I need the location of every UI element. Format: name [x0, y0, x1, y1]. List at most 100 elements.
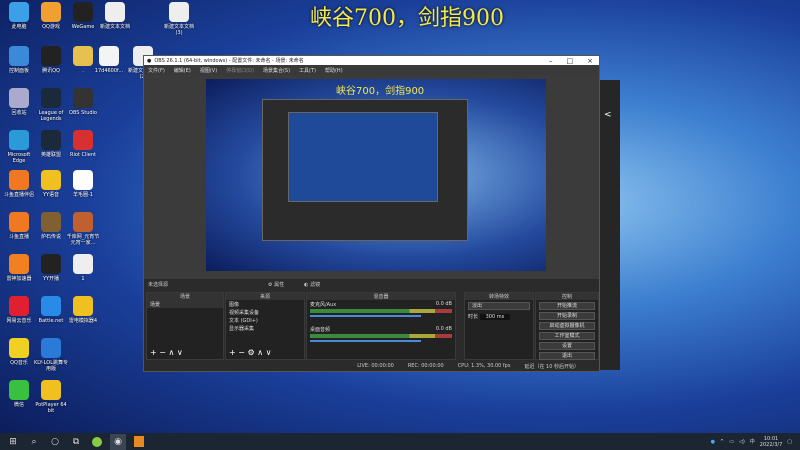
taskbar-obs-icon[interactable]: ◉: [110, 433, 126, 450]
desktop-icon[interactable]: 羊毛圈-1: [66, 170, 100, 198]
menu-view[interactable]: 视图(V): [200, 67, 217, 74]
app-icon: [73, 88, 93, 108]
date: 2022/3/7: [759, 441, 783, 448]
desktop-icon[interactable]: 斗鱼直播: [2, 212, 36, 240]
desktop-icon-label: YY语音: [42, 192, 60, 198]
source-controls[interactable]: + − ⚙ ∧ ∨: [229, 348, 271, 357]
desktop-icon[interactable]: 1: [66, 254, 100, 282]
desktop-icon[interactable]: QQ音乐: [2, 338, 36, 366]
title-bar: ● OBS 26.1.1 (64-bit, windows) - 配置文件: 未命…: [144, 56, 599, 65]
start-recording-button[interactable]: 开始录制: [539, 312, 595, 320]
volume-slider[interactable]: [310, 315, 421, 317]
desktop-icon[interactable]: 腾讯QQ: [34, 46, 68, 74]
virtual-camera-button[interactable]: 启动虚拟摄像机: [539, 322, 595, 330]
desktop-icon[interactable]: 回收站: [2, 88, 36, 116]
share-icon[interactable]: <: [604, 110, 620, 120]
desktop-icon-label: QQ音乐: [10, 360, 28, 366]
desktop-icon[interactable]: WeGame: [66, 2, 100, 30]
desktop-icon[interactable]: 英雄联盟: [34, 130, 68, 158]
app-icon: [99, 46, 119, 66]
notification-icon[interactable]: ▢: [787, 439, 792, 445]
menu-docks[interactable]: 停靠窗口(D): [226, 67, 254, 74]
menu-tools[interactable]: 工具(T): [299, 67, 316, 74]
desktop-icon[interactable]: League of Legends: [34, 88, 68, 122]
desktop-icon[interactable]: QQ游戏: [34, 2, 68, 30]
source-item[interactable]: 视频采集设备: [226, 308, 304, 316]
menu-help[interactable]: 帮助(H): [325, 67, 343, 74]
search-icon[interactable]: ⌕: [26, 434, 42, 450]
taskbar-app-icon[interactable]: [89, 434, 105, 450]
filters-button[interactable]: ◐ 滤镜: [304, 281, 320, 288]
volume-slider[interactable]: [310, 340, 421, 342]
desktop-icon-label: WeGame: [71, 24, 95, 30]
minimize-button[interactable]: –: [549, 57, 553, 65]
obs-logo-icon: ●: [147, 57, 152, 64]
desktop-icon[interactable]: 千库网_元宵节元宵一家...: [66, 212, 100, 246]
desktop-icon[interactable]: 雷电模拟器4: [66, 296, 100, 324]
desktop-icon-label: 17d4600f...: [94, 68, 124, 74]
desktop-icon[interactable]: 新建文本文档 (3): [162, 2, 196, 36]
transitions-dock: 转场特效 淡出 时长 300 ms: [464, 292, 534, 360]
desktop-icon[interactable]: KLY-LOL跳舞专用版: [34, 338, 68, 372]
desktop-icon[interactable]: 17d4600f...: [92, 46, 126, 74]
duration-input[interactable]: 300 ms: [479, 314, 511, 320]
help-icon[interactable]: ●: [711, 439, 715, 445]
desktop-icon[interactable]: OBS Studio: [66, 88, 100, 116]
exit-button[interactable]: 退出: [539, 352, 595, 360]
app-icon: [169, 2, 189, 22]
desktop-icon-label: 微信: [13, 402, 24, 408]
rec-status: REC: 00:00:00: [407, 363, 444, 369]
app-icon: [73, 46, 93, 66]
preview-text: 峡谷700，剑指900: [336, 86, 425, 97]
scene-controls[interactable]: + − ∧ ∨: [150, 348, 183, 357]
desktop-icon-label: 羊毛圈-1: [73, 192, 93, 198]
desktop-icon[interactable]: 斗鱼直播伴侣: [2, 170, 36, 198]
close-button[interactable]: ×: [587, 57, 593, 65]
desktop-icon[interactable]: YY语音: [34, 170, 68, 198]
network-icon[interactable]: ▭: [729, 439, 734, 445]
cortana-icon[interactable]: ○: [47, 434, 63, 450]
desktop-icon[interactable]: Battle.net: [34, 296, 68, 324]
app-icon: [73, 296, 93, 316]
desktop-icon[interactable]: 微信: [2, 380, 36, 408]
desktop-icon[interactable]: YY开播: [34, 254, 68, 282]
source-item[interactable]: 文本 (GDI+): [226, 316, 304, 324]
ime-icon[interactable]: 中: [750, 438, 755, 445]
volume-icon[interactable]: ◁): [739, 439, 745, 445]
source-item[interactable]: 图像: [226, 300, 304, 308]
tray-expand-icon[interactable]: ^: [720, 439, 724, 445]
transition-select[interactable]: 淡出: [468, 302, 530, 310]
app-icon: [41, 2, 61, 22]
menu-edit[interactable]: 编辑(E): [174, 67, 191, 74]
task-view-icon[interactable]: ⧉: [68, 434, 84, 450]
settings-button[interactable]: 设置: [539, 342, 595, 350]
taskbar-app-icon[interactable]: [131, 434, 147, 450]
properties-button[interactable]: ⚙ 属性: [268, 281, 284, 288]
desktop-icon[interactable]: 雷神加速器: [2, 254, 36, 282]
start-icon[interactable]: ⊞: [5, 434, 21, 450]
menu-scene-collection[interactable]: 场景集合(S): [263, 67, 290, 74]
scenes-dock: 场景 场景 + − ∧ ∨: [146, 292, 224, 360]
desktop-icon[interactable]: Microsoft Edge: [2, 130, 36, 164]
desktop-icon[interactable]: 新建文本文档: [98, 2, 132, 30]
start-streaming-button[interactable]: 开始推流: [539, 302, 595, 310]
desktop-icon-label: PotPlayer 64 bit: [35, 402, 67, 414]
desktop-icon[interactable]: 控制面板: [2, 46, 36, 74]
desktop-icon[interactable]: 网易云音乐: [2, 296, 36, 324]
desktop-icon[interactable]: Riot Client: [66, 130, 100, 158]
audio-mixer: 混音器 麦克风/Aux 0.0 dB 桌面音频 0.0 dB: [306, 292, 456, 360]
maximize-button[interactable]: □: [567, 57, 574, 65]
studio-mode-button[interactable]: 工作室模式: [539, 332, 595, 340]
sources-dock: 来源 图像 视频采集设备 文本 (GDI+) 显示器采集 + − ⚙ ∧ ∨: [225, 292, 305, 360]
desktop-icon[interactable]: 炉石传说: [34, 212, 68, 240]
desktop-icon-label: 网易云音乐: [6, 318, 32, 324]
desktop-icon[interactable]: PotPlayer 64 bit: [34, 380, 68, 414]
desktop-icon-label: 新建文本文档 (3): [163, 24, 194, 36]
preview-canvas[interactable]: 峡谷700，剑指900: [144, 75, 599, 279]
menu-file[interactable]: 文件(F): [148, 67, 165, 74]
scene-item[interactable]: 场景: [147, 300, 223, 308]
desktop-icon[interactable]: 此电脑: [2, 2, 36, 30]
properties-label: 属性: [274, 282, 285, 288]
clock[interactable]: 10:01 2022/3/7: [760, 436, 782, 448]
source-item[interactable]: 显示器采集: [226, 324, 304, 332]
